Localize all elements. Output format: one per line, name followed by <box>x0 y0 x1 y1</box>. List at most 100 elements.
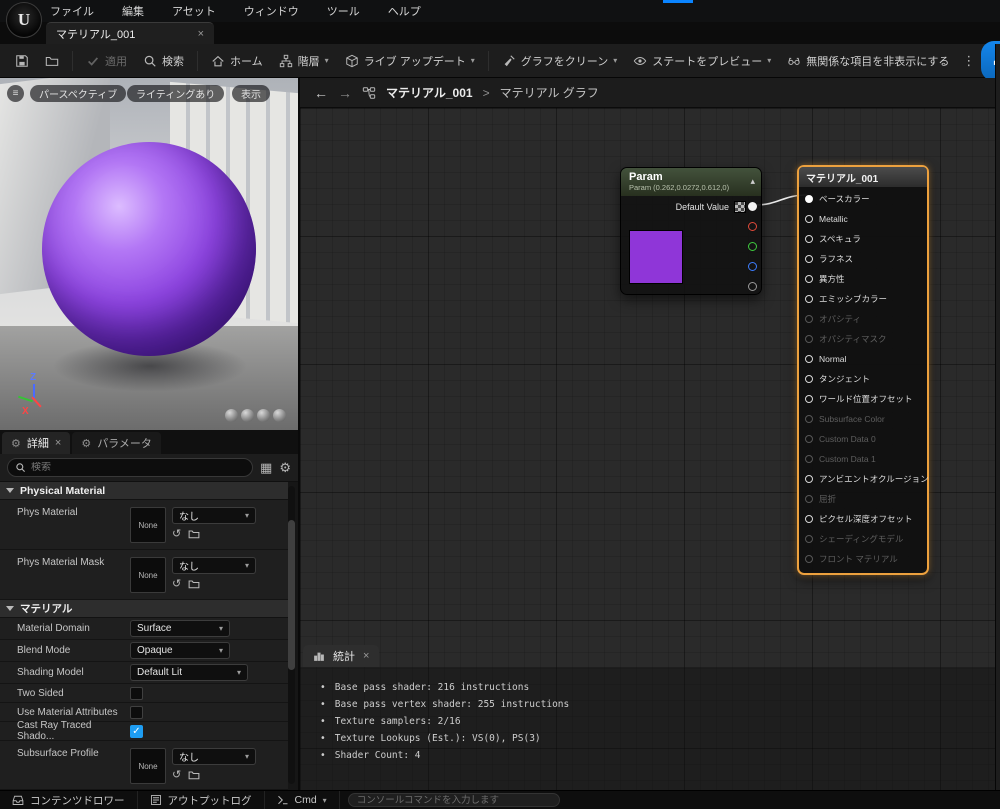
input-pin-icon[interactable] <box>805 315 813 323</box>
input-pin-icon[interactable] <box>805 455 813 463</box>
param-node[interactable]: Param Param (0.262,0.0272,0.612,0) ▴ Def… <box>620 167 762 295</box>
tab-material-001[interactable]: マテリアル_001 × <box>46 22 214 44</box>
input-pin-icon[interactable] <box>805 215 813 223</box>
close-icon[interactable]: × <box>198 28 204 40</box>
preview-shape-cube[interactable] <box>273 409 286 422</box>
param-color-swatch[interactable] <box>629 230 683 284</box>
graph-canvas[interactable]: Param Param (0.262,0.0272,0.612,0) ▴ Def… <box>300 108 1000 790</box>
material-input-pin-row[interactable]: 屈折 <box>799 489 927 509</box>
material-input-pin-row[interactable]: タンジェント <box>799 369 927 389</box>
material-input-pin-row[interactable]: シェーディングモデル <box>799 529 927 549</box>
breadcrumb-current[interactable]: マテリアル グラフ <box>500 84 599 101</box>
console-command-input[interactable] <box>347 793 560 807</box>
material-input-pin-row[interactable]: ラフネス <box>799 249 927 269</box>
input-pin-icon[interactable] <box>805 295 813 303</box>
cast-ray-traced-shadows-checkbox[interactable] <box>130 724 143 738</box>
apply-button[interactable]: 適用 <box>79 49 134 73</box>
asset-thumbnail[interactable]: None <box>130 748 166 784</box>
material-input-pin-row[interactable]: 異方性 <box>799 269 927 289</box>
input-pin-icon[interactable] <box>805 475 813 483</box>
param-node-header[interactable]: Param Param (0.262,0.0272,0.612,0) ▴ <box>621 168 761 196</box>
unreal-logo-icon[interactable]: U <box>6 2 42 38</box>
content-drawer-button[interactable]: コンテンツドロワー <box>0 791 138 809</box>
input-pin-icon[interactable] <box>805 535 813 543</box>
show-button[interactable]: 表示 <box>232 85 270 102</box>
input-pin-icon[interactable] <box>805 255 813 263</box>
material-input-pin-row[interactable]: Normal <box>799 349 927 369</box>
material-input-pin-row[interactable]: オパシティマスク <box>799 329 927 349</box>
material-input-pin-row[interactable]: オパシティ <box>799 309 927 329</box>
collapse-icon[interactable]: ▴ <box>750 176 755 187</box>
preview-shape-sphere[interactable] <box>241 409 254 422</box>
input-pin-icon[interactable] <box>805 195 813 203</box>
details-search-input[interactable] <box>31 462 246 473</box>
back-arrow-icon[interactable]: ← <box>314 85 328 101</box>
lit-mode-button[interactable]: ライティングあり <box>127 85 225 102</box>
asset-thumbnail[interactable]: None <box>130 557 166 593</box>
material-input-pin-row[interactable]: ピクセル深度オフセット <box>799 509 927 529</box>
toolbar-overflow-icon[interactable]: ⋮ <box>958 53 979 69</box>
input-pin-icon[interactable] <box>805 495 813 503</box>
material-input-pin-row[interactable]: Subsurface Color <box>799 409 927 429</box>
gear-icon[interactable]: ⚙ <box>279 460 291 476</box>
menu-item[interactable]: ツール <box>327 3 360 19</box>
input-pin-icon[interactable] <box>805 235 813 243</box>
section-material[interactable]: マテリアル <box>0 600 288 618</box>
menu-item[interactable]: アセット <box>172 3 216 19</box>
use-selected-asset-icon[interactable]: ↺ <box>172 578 181 590</box>
shading-model-select[interactable]: Default Lit ▾ <box>130 664 248 681</box>
input-pin-icon[interactable] <box>805 375 813 383</box>
input-pin-icon[interactable] <box>805 555 813 563</box>
output-pin-rgb[interactable] <box>748 202 757 211</box>
input-pin-icon[interactable] <box>805 355 813 363</box>
section-physical-material[interactable]: Physical Material <box>0 482 288 500</box>
input-pin-icon[interactable] <box>805 395 813 403</box>
breadcrumb-root[interactable]: マテリアル_001 <box>386 84 473 101</box>
details-scrollbar[interactable] <box>288 486 295 784</box>
phys-material-select[interactable]: なし ▾ <box>172 507 256 524</box>
input-pin-icon[interactable] <box>805 275 813 283</box>
clean-graph-button[interactable]: グラフをクリーン ▾ <box>495 49 624 73</box>
material-input-pin-row[interactable]: ベースカラー <box>799 189 927 209</box>
save-button[interactable] <box>8 50 36 72</box>
viewport-menu-icon[interactable]: ≡ <box>7 85 24 102</box>
material-input-pin-row[interactable]: Custom Data 0 <box>799 429 927 449</box>
output-pin-g[interactable] <box>748 242 757 251</box>
material-input-pin-row[interactable]: Metallic <box>799 209 927 229</box>
cmd-selector[interactable]: Cmd ▾ <box>265 791 340 809</box>
material-input-pin-row[interactable]: フロント マテリアル <box>799 549 927 569</box>
menu-item[interactable]: ファイル <box>50 3 94 19</box>
two-sided-checkbox[interactable] <box>130 686 143 700</box>
close-icon[interactable]: × <box>55 437 61 449</box>
forward-arrow-icon[interactable]: → <box>338 85 352 101</box>
use-selected-asset-icon[interactable]: ↺ <box>172 769 181 781</box>
subsurface-profile-select[interactable]: なし ▾ <box>172 748 256 765</box>
live-update-button[interactable]: ライブ アップデート ▾ <box>338 49 482 73</box>
alpha-checker-swatch[interactable] <box>734 201 746 213</box>
output-log-button[interactable]: アウトプットログ <box>138 791 265 809</box>
hide-unrelated-button[interactable]: 無関係な項目を非表示にする <box>780 49 956 73</box>
stats-tab[interactable]: 統計 × <box>303 645 380 667</box>
hierarchy-button[interactable]: 階層 ▾ <box>272 49 336 73</box>
material-input-pin-row[interactable]: ワールド位置オフセット <box>799 389 927 409</box>
phys-material-mask-select[interactable]: なし ▾ <box>172 557 256 574</box>
blend-mode-select[interactable]: Opaque ▾ <box>130 642 230 659</box>
find-button[interactable]: 検索 <box>136 49 191 73</box>
home-button[interactable]: ホーム <box>204 49 270 73</box>
use-material-attributes-checkbox[interactable] <box>130 705 143 719</box>
menu-item[interactable]: ヘルプ <box>388 3 421 19</box>
use-selected-asset-icon[interactable]: ↺ <box>172 528 181 540</box>
input-pin-icon[interactable] <box>805 515 813 523</box>
menu-item[interactable]: 編集 <box>122 3 144 19</box>
material-input-pin-row[interactable]: アンビエントオクルージョン <box>799 469 929 489</box>
tab-parameters[interactable]: ⚙ パラメータ <box>72 432 161 454</box>
preview-state-button[interactable]: ステートをプレビュー ▾ <box>626 49 778 73</box>
output-pin-b[interactable] <box>748 262 757 271</box>
tab-details[interactable]: ⚙ 詳細 × <box>2 432 71 454</box>
input-pin-icon[interactable] <box>805 415 813 423</box>
output-pin-r[interactable] <box>748 222 757 231</box>
input-pin-icon[interactable] <box>805 435 813 443</box>
material-result-node[interactable]: マテリアル_001 ベースカラー Metallic スペキュラ ラフネス 異方性… <box>797 165 929 575</box>
output-pin-a[interactable] <box>748 282 757 291</box>
browse-to-asset-button[interactable] <box>38 50 66 72</box>
